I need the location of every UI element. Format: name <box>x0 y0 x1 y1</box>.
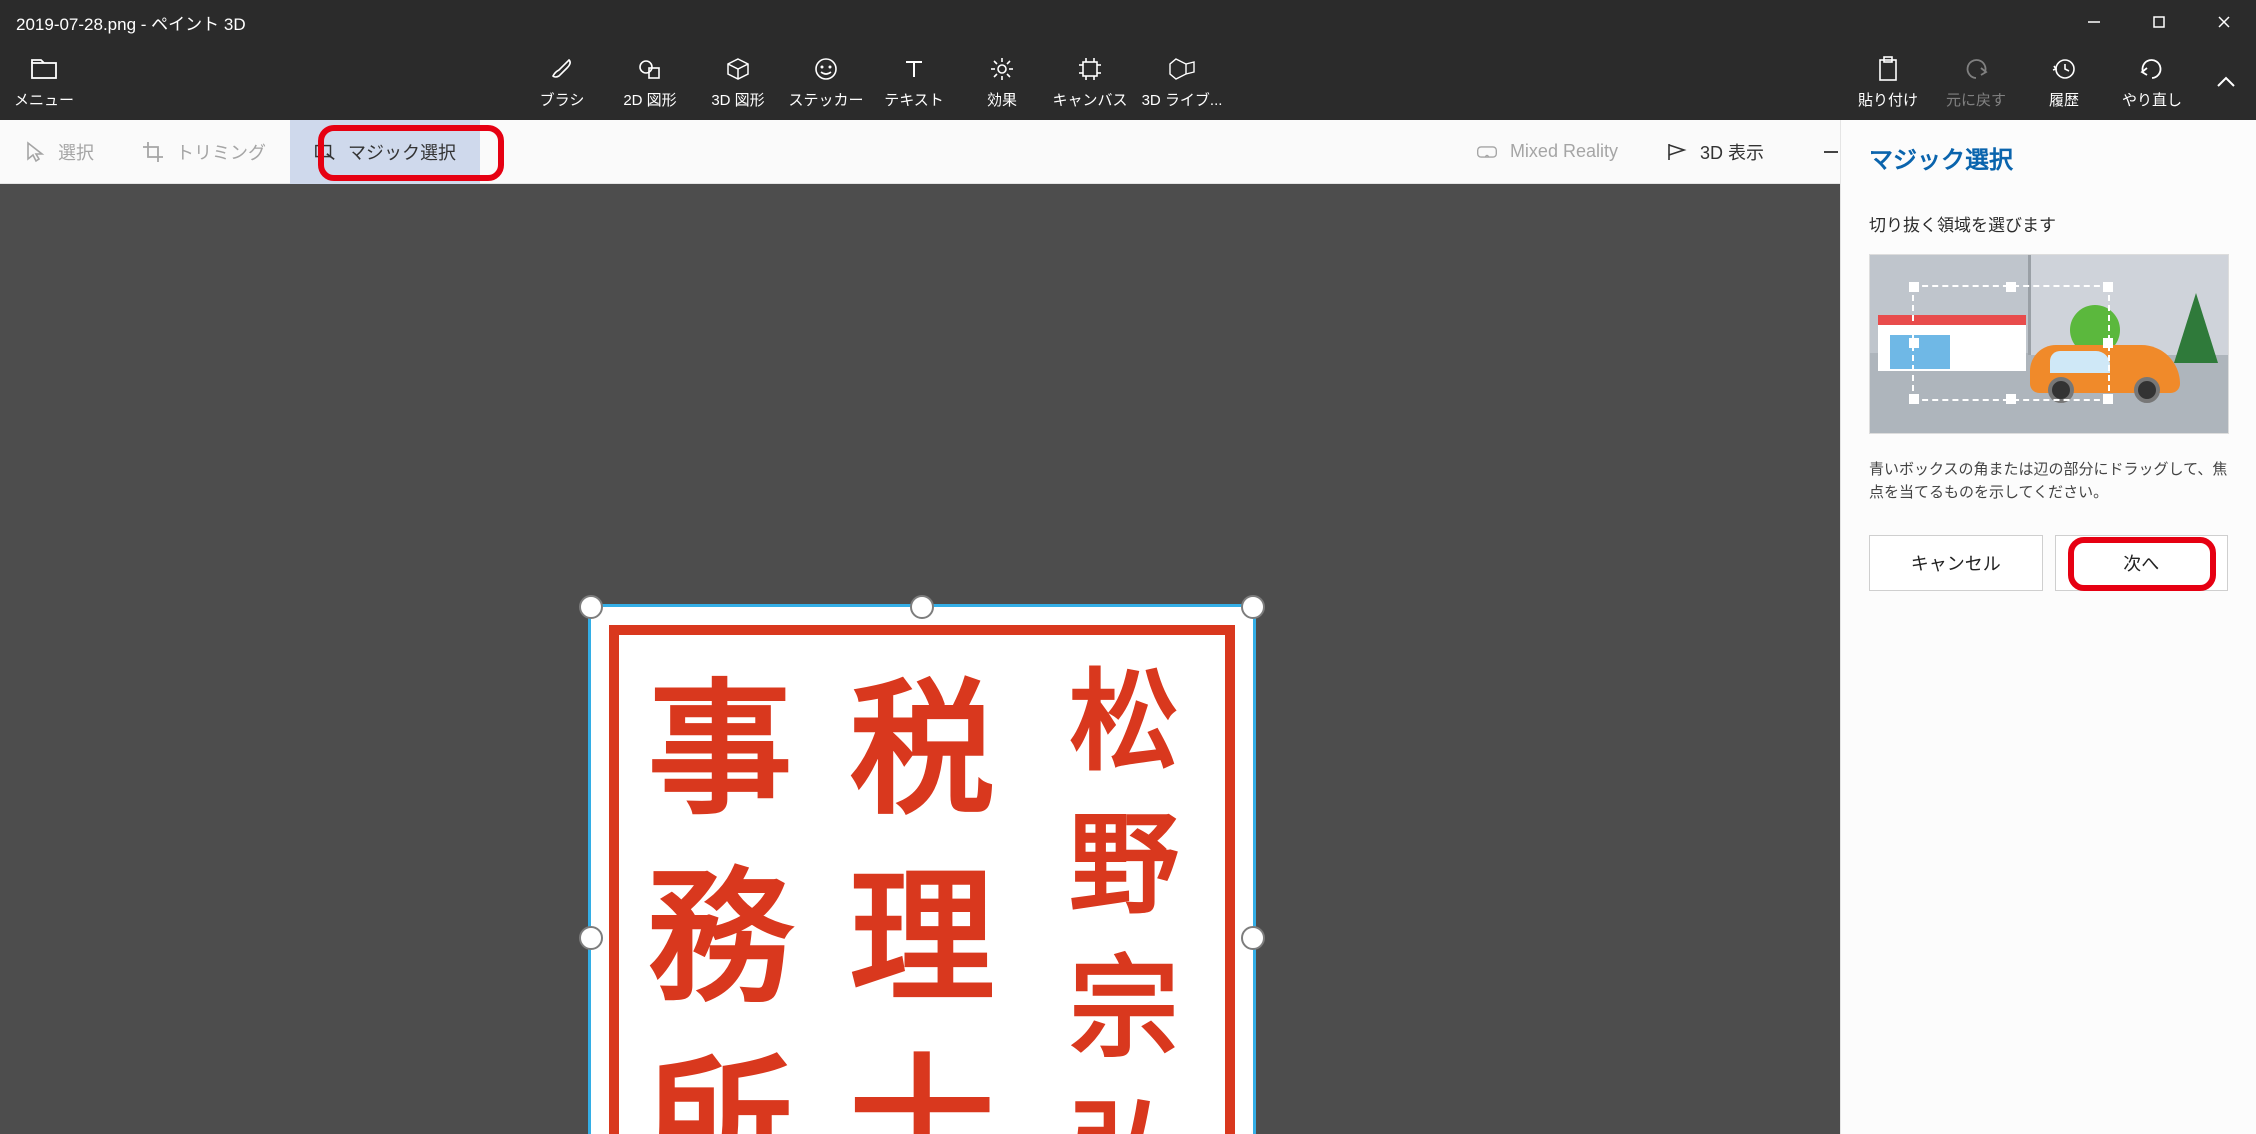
resize-handle-tl[interactable] <box>579 595 603 619</box>
tool-select[interactable]: 選択 <box>0 120 118 184</box>
side-panel: マジック選択 切り抜く領域を選びます 青いボックスの角または辺の部分にドラッグし… <box>1840 120 2256 1134</box>
ribbon-3d-library[interactable]: 3D ライブ... <box>1134 44 1230 120</box>
cursor-icon <box>24 141 46 163</box>
flag-icon <box>1666 141 1688 163</box>
tool-crop[interactable]: トリミング <box>118 120 290 184</box>
cube-icon <box>724 55 752 83</box>
window-title: 2019-07-28.png - ペイント 3D <box>16 10 2061 35</box>
ribbon-paste[interactable]: 貼り付け <box>1844 44 1932 120</box>
ribbon-brushes[interactable]: ブラシ <box>518 44 606 120</box>
title-bar: 2019-07-28.png - ペイント 3D <box>0 0 2256 44</box>
next-button[interactable]: 次へ <box>2055 535 2229 591</box>
ribbon-2d-shapes[interactable]: 2D 図形 <box>606 44 694 120</box>
stamp-col-2: 税 理 士 <box>821 635 1023 1134</box>
library-icon <box>1168 55 1196 83</box>
ribbon-3d-shapes[interactable]: 3D 図形 <box>694 44 782 120</box>
maximize-button[interactable] <box>2126 0 2191 44</box>
text-icon <box>900 55 928 83</box>
resize-handle-ml[interactable] <box>579 926 603 950</box>
tool-3d-view[interactable]: 3D 表示 <box>1642 120 1788 184</box>
menu-label: メニュー <box>14 89 74 110</box>
chevron-up-icon <box>2212 68 2240 96</box>
undo-icon <box>1962 55 1990 83</box>
close-button[interactable] <box>2191 0 2256 44</box>
history-icon <box>2050 55 2078 83</box>
brush-icon <box>548 55 576 83</box>
resize-handle-tm[interactable] <box>910 595 934 619</box>
paste-icon <box>1874 55 1902 83</box>
effects-icon <box>988 55 1016 83</box>
stamp-col-3: 事 務 所 <box>619 635 821 1134</box>
stamp-image: 事 務 所 税 理 士 松 野 宗 弘 <box>609 625 1235 1134</box>
ribbon-effects[interactable]: 効果 <box>958 44 1046 120</box>
panel-help-text: 青いボックスの角または辺の部分にドラッグして、焦点を当てるものを示してください。 <box>1869 458 2228 505</box>
menu-button[interactable]: メニュー <box>0 44 88 120</box>
panel-subtitle: 切り抜く領域を選びます <box>1869 211 2228 236</box>
tool-magic-select[interactable]: マジック選択 <box>290 120 480 184</box>
folder-icon <box>30 55 58 83</box>
ribbon-undo[interactable]: 元に戻す <box>1932 44 2020 120</box>
redo-icon <box>2138 55 2166 83</box>
selection-box[interactable]: 事 務 所 税 理 士 松 野 宗 弘 <box>588 604 1256 1134</box>
panel-preview <box>1869 254 2229 434</box>
canvas-area[interactable]: 事 務 所 税 理 士 松 野 宗 弘 <box>0 184 1840 1134</box>
ribbon-stickers[interactable]: ステッカー <box>782 44 870 120</box>
cancel-button[interactable]: キャンセル <box>1869 535 2043 591</box>
crop-icon <box>142 141 164 163</box>
zoom-out-button[interactable] <box>1820 141 1842 163</box>
preview-marquee <box>1912 285 2110 401</box>
ribbon-canvas[interactable]: キャンバス <box>1046 44 1134 120</box>
resize-handle-tr[interactable] <box>1241 595 1265 619</box>
window-controls <box>2061 0 2256 44</box>
shapes-2d-icon <box>636 55 664 83</box>
ribbon-history[interactable]: 履歴 <box>2020 44 2108 120</box>
sticker-icon <box>812 55 840 83</box>
ribbon-text[interactable]: テキスト <box>870 44 958 120</box>
minimize-button[interactable] <box>2061 0 2126 44</box>
panel-buttons: キャンセル 次へ <box>1869 535 2228 591</box>
magic-select-icon <box>314 141 336 163</box>
ribbon: メニュー ブラシ 2D 図形 3D 図形 ステッカー テキスト 効果 キャンバス… <box>0 44 2256 120</box>
mixed-reality-icon <box>1476 141 1498 163</box>
stamp-col-1: 松 野 宗 弘 <box>1023 635 1225 1134</box>
panel-title: マジック選択 <box>1869 140 2228 175</box>
ribbon-redo[interactable]: やり直し <box>2108 44 2196 120</box>
tool-mixed-reality[interactable]: Mixed Reality <box>1452 120 1642 184</box>
canvas-icon <box>1076 55 1104 83</box>
ribbon-expand[interactable] <box>2196 44 2256 120</box>
resize-handle-mr[interactable] <box>1241 926 1265 950</box>
